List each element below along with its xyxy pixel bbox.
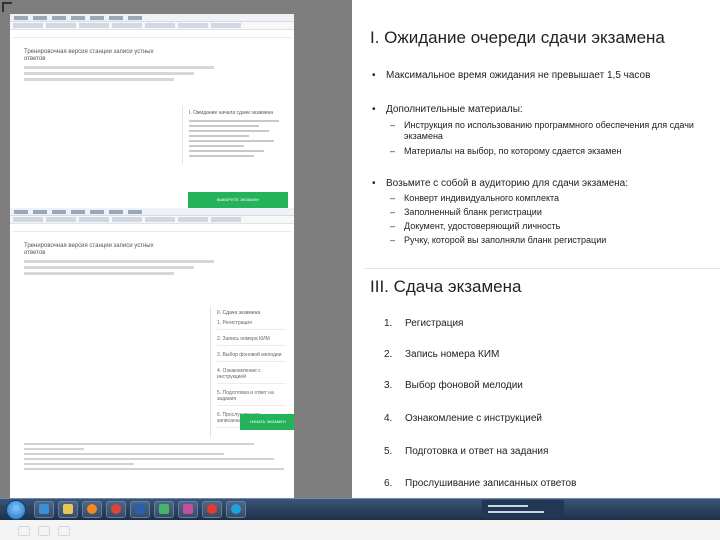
step-number: 5. xyxy=(384,446,393,457)
step-item: 4. Ознакомление с инструкцией xyxy=(217,368,286,384)
start-icon[interactable] xyxy=(6,500,26,520)
screen-bottom-strip xyxy=(0,520,720,540)
dash-icon: – xyxy=(390,120,396,130)
step-number: 3. xyxy=(384,380,393,391)
paint-icon[interactable] xyxy=(154,501,174,518)
browser-tabbar xyxy=(10,216,294,224)
instruction-card: I. Ожидание начала сдачи экзамена xyxy=(182,106,292,164)
folder-icon[interactable] xyxy=(58,501,78,518)
bullet-icon: • xyxy=(372,104,376,115)
step-text: Регистрация xyxy=(405,318,464,329)
browser-address-bar xyxy=(13,31,291,38)
text-line xyxy=(24,266,194,269)
section-1-title: I. Ожидание очереди сдачи экзамена xyxy=(370,28,665,47)
skype-icon[interactable] xyxy=(226,501,246,518)
ie-icon[interactable] xyxy=(34,501,54,518)
dash-icon: – xyxy=(390,235,396,245)
step-item: 5. Подготовка и ответ на задания xyxy=(217,390,286,406)
ghost-icon xyxy=(18,526,30,536)
dash-icon: – xyxy=(390,146,396,156)
card-title: I. Ожидание начала сдачи экзамена xyxy=(189,110,274,116)
card-title: II. Сдача экзамена xyxy=(217,310,261,316)
step-number: 2. xyxy=(384,349,393,360)
browser-menubar xyxy=(10,14,294,22)
sub-text: Конверт индивидуального комплекта xyxy=(404,193,560,203)
step-item: 1. Регистрация xyxy=(217,320,286,330)
page-title: Тренировочная версия станции записи устн… xyxy=(24,243,154,256)
step-text: Подготовка и ответ на задания xyxy=(405,446,549,457)
window-corner-icon xyxy=(2,2,12,12)
text-line xyxy=(24,66,214,69)
bullet-text: Дополнительные материалы: xyxy=(386,104,523,115)
step-item: 2. Запись номера КИМ xyxy=(217,336,286,346)
step-text: Выбор фоновой мелодии xyxy=(405,380,523,391)
system-tray xyxy=(482,500,564,518)
text-line xyxy=(24,78,174,81)
media-icon[interactable] xyxy=(82,501,102,518)
browser-screenshot-top: Тренировочная версия станции записи устн… xyxy=(10,14,294,210)
bullet-icon: • xyxy=(372,70,376,81)
text-line xyxy=(24,260,214,263)
dash-icon: – xyxy=(390,207,396,217)
sub-text: Ручку, которой вы заполняли бланк регист… xyxy=(404,235,607,245)
bullet-icon: • xyxy=(372,178,376,189)
ghost-icon xyxy=(58,526,70,536)
browser-address-bar xyxy=(13,225,291,232)
step-text: Ознакомление с инструкцией xyxy=(405,413,542,424)
dash-icon: – xyxy=(390,221,396,231)
page-footer xyxy=(10,440,294,470)
text-line xyxy=(24,72,194,75)
step-number: 4. xyxy=(384,413,393,424)
step-number: 6. xyxy=(384,478,393,489)
sub-text: Заполненный бланк регистрации xyxy=(404,207,542,217)
browser-screenshot-bottom: Тренировочная версия станции записи устн… xyxy=(10,208,294,498)
step-text: Запись номера КИМ xyxy=(405,349,500,360)
steps-list: 1. Регистрация 2. Запись номера КИМ 3. В… xyxy=(217,320,286,428)
page-title: Тренировочная версия станции записи устн… xyxy=(24,49,154,62)
step-text: Прослушивание записанных ответов xyxy=(405,478,577,489)
photo-icon[interactable] xyxy=(178,501,198,518)
windows-taskbar xyxy=(0,498,720,520)
ghost-icon xyxy=(38,526,50,536)
step-item: 3. Выбор фоновой мелодии xyxy=(217,352,286,362)
bullet-text: Возьмите с собой в аудиторию для сдачи э… xyxy=(386,178,629,189)
yandex-icon[interactable] xyxy=(202,501,222,518)
sub-text: Инструкция по использованию программного… xyxy=(404,120,694,141)
section-divider xyxy=(364,268,720,269)
sub-text: Документ, удостоверяющий личность xyxy=(404,221,561,231)
word-icon[interactable] xyxy=(130,501,150,518)
dash-icon: – xyxy=(390,193,396,203)
browser-tabbar xyxy=(10,22,294,30)
text-line xyxy=(24,272,174,275)
select-exam-button[interactable]: ВЫБЕРИТЕ ЭКЗАМЕН xyxy=(188,192,288,208)
start-exam-button[interactable]: НАЧАТЬ ЭКЗАМЕН xyxy=(240,414,294,430)
sub-text: Материалы на выбор, по которому сдается … xyxy=(404,146,622,156)
section-2-title: III. Сдача экзамена xyxy=(370,277,522,296)
step-number: 1. xyxy=(384,318,393,329)
chrome-icon[interactable] xyxy=(106,501,126,518)
bullet-text: Максимальное время ожидания не превышает… xyxy=(386,70,651,81)
browser-menubar xyxy=(10,208,294,216)
